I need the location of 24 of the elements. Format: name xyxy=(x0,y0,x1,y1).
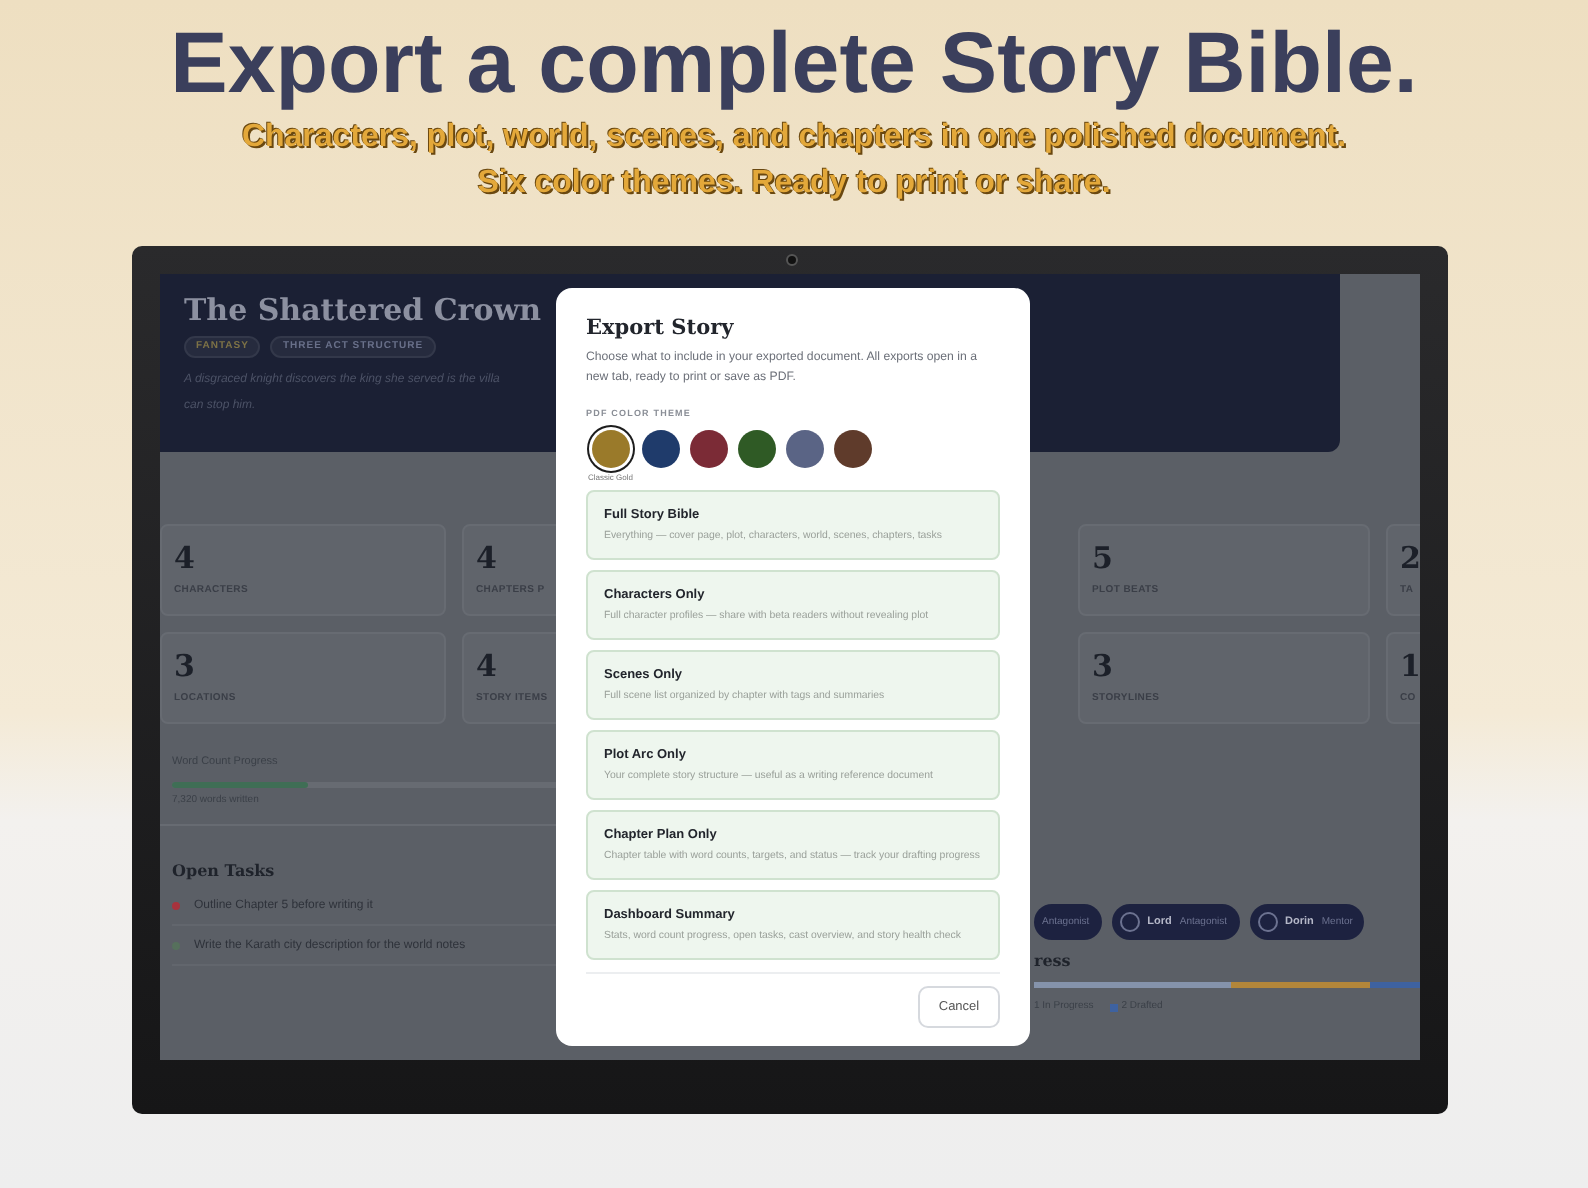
stat-value: 2 xyxy=(1400,542,1420,576)
stat-value: 3 xyxy=(174,650,195,684)
banner-title: Export a complete Story Bible. xyxy=(170,14,1418,114)
color-swatch[interactable] xyxy=(690,430,729,468)
color-swatch[interactable] xyxy=(738,430,777,468)
stat-value: 4 xyxy=(476,542,497,576)
color-swatch[interactable] xyxy=(786,430,825,468)
stat-value: 1 xyxy=(1400,650,1420,684)
dialog-title: Export Story xyxy=(586,316,734,340)
open-tasks-heading: Open Tasks xyxy=(172,860,275,880)
stat-value: 4 xyxy=(476,650,497,684)
stat-value: 4 xyxy=(174,542,195,576)
color-swatch[interactable] xyxy=(591,430,630,468)
banner-subtitle: Characters, plot, world, scenes, and chapters in one polished document. xyxy=(241,118,1347,158)
avatar-icon xyxy=(1119,912,1140,932)
story-title: The Shattered Crown xyxy=(184,292,542,328)
avatar-icon xyxy=(1257,912,1278,932)
color-swatch[interactable] xyxy=(834,430,873,468)
color-swatch[interactable] xyxy=(642,430,681,468)
camera-icon xyxy=(786,254,798,266)
stat-value: 5 xyxy=(1092,542,1113,576)
banner-subtitle: Six color themes. Ready to print or share. xyxy=(477,164,1111,204)
progress-heading: ress xyxy=(1034,950,1071,970)
stat-value: 3 xyxy=(1092,650,1113,684)
